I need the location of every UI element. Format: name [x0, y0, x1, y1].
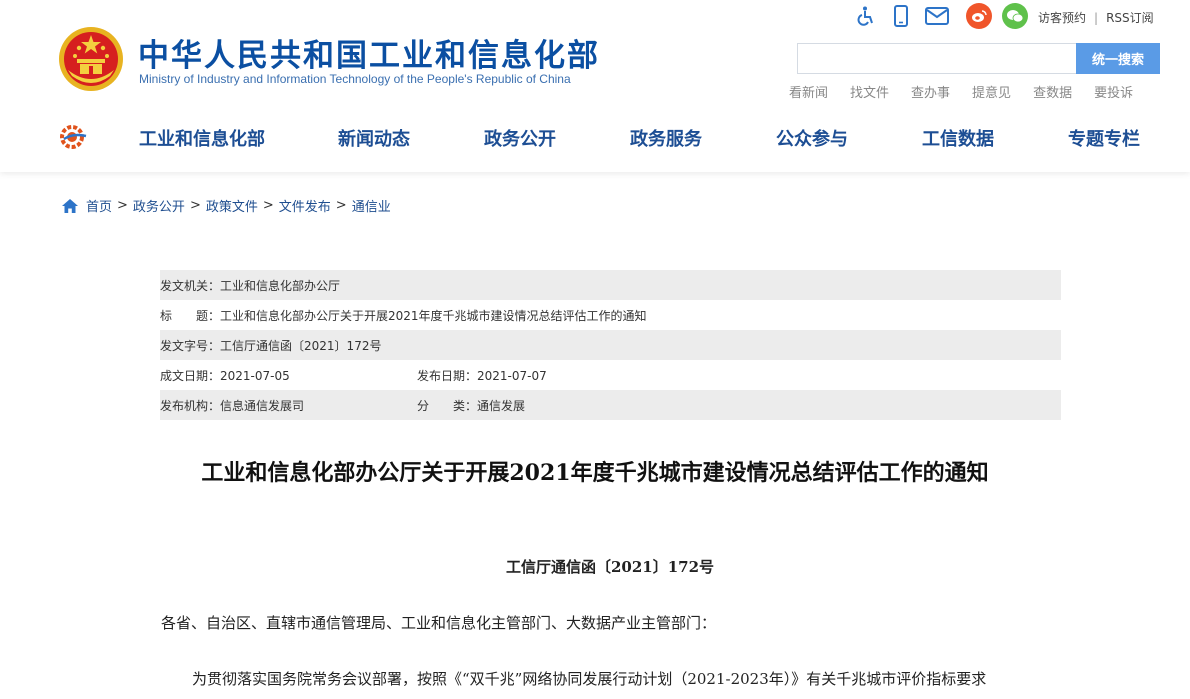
meta-row-doc-no: 发文字号： 工信厅通信函〔2021〕172号 — [160, 330, 1061, 360]
site-header: 中华人民共和国工业和信息化部 Ministry of Industry and … — [0, 0, 1190, 172]
nav-item-services[interactable]: 政务服务 — [630, 125, 702, 151]
breadcrumb-policy-files[interactable]: 政策文件 — [206, 196, 258, 215]
meta-row-issuer: 发文机关： 工业和信息化部办公厅 — [160, 270, 1061, 300]
nav-item-data[interactable]: 工信数据 — [922, 125, 994, 151]
meta-row-org: 发布机构：信息通信发展司 分 类：通信发展 — [160, 390, 1061, 420]
top-links: 访客预约 | RSS订阅 — [1038, 9, 1154, 26]
breadcrumb-home[interactable]: 首页 — [86, 196, 112, 215]
breadcrumb-separator: > — [262, 198, 274, 213]
site-subtitle: Ministry of Industry and Information Tec… — [139, 72, 571, 86]
mail-icon[interactable] — [924, 3, 950, 29]
meta-label: 分 类： — [417, 398, 478, 413]
article-doc-number: 工信厅通信函〔2021〕172号 — [505, 558, 715, 576]
search-button[interactable]: 统一搜索 — [1076, 43, 1160, 74]
main-nav: 工业和信息化部 新闻动态 政务公开 政务服务 公众参与 工信数据 专题专栏 — [0, 125, 1190, 153]
quick-link-complaint[interactable]: 要投诉 — [1094, 82, 1133, 101]
meta-label: 标 题： — [160, 308, 221, 323]
nav-item-special[interactable]: 专题专栏 — [1068, 125, 1140, 151]
national-emblem — [59, 27, 123, 91]
article-paragraph: 为贯彻落实国务院常务会议部署，按照《“双千兆”网络协同发展行动计划（2021-2… — [192, 670, 987, 688]
meta-category: 通信发展 — [477, 398, 526, 413]
meta-row-dates: 成文日期：2021-07-05 发布日期：2021-07-07 — [160, 360, 1061, 390]
nav-item-participation[interactable]: 公众参与 — [776, 125, 848, 151]
meta-label: 发布日期： — [417, 368, 478, 383]
quick-link-files[interactable]: 找文件 — [850, 82, 889, 101]
meta-label: 发布机构： — [160, 398, 221, 413]
document-meta-table: 发文机关： 工业和信息化部办公厅 标 题： 工业和信息化部办公厅关于开展2021年度… — [160, 270, 1061, 420]
quick-link-news[interactable]: 看新闻 — [789, 82, 828, 101]
breadcrumb: 首页 > 政务公开 > 政策文件 > 文件发布 > 通信业 — [61, 196, 391, 215]
breadcrumb-telecom[interactable]: 通信业 — [352, 196, 391, 215]
quick-link-data[interactable]: 查数据 — [1033, 82, 1072, 101]
quick-link-feedback[interactable]: 提意见 — [972, 82, 1011, 101]
breadcrumb-file-release[interactable]: 文件发布 — [279, 196, 331, 215]
meta-published-cell: 发布日期：2021-07-07 — [417, 367, 547, 384]
meta-org-cell: 发布机构：信息通信发展司 — [160, 397, 417, 414]
meta-created: 2021-07-05 — [220, 368, 290, 383]
article-title: 工业和信息化部办公厅关于开展2021年度千兆城市建设情况总结评估工作的通知 — [201, 460, 989, 486]
meta-row-title: 标 题： 工业和信息化部办公厅关于开展2021年度千兆城市建设情况总结评估工作的通… — [160, 300, 1061, 330]
breadcrumb-separator: > — [117, 198, 128, 213]
quick-links: 看新闻 找文件 查办事 提意见 查数据 要投诉 — [789, 82, 1155, 101]
meta-doc-no: 工信厅通信函〔2021〕172号 — [220, 338, 382, 353]
breadcrumb-gov-affairs[interactable]: 政务公开 — [133, 196, 185, 215]
breadcrumb-separator: > — [189, 198, 201, 213]
breadcrumb-separator: > — [335, 198, 347, 213]
search-input[interactable] — [797, 43, 1077, 74]
meta-label: 发文字号： — [160, 338, 221, 353]
meta-label: 成文日期： — [160, 368, 221, 383]
meta-published: 2021-07-07 — [477, 368, 547, 383]
meta-title: 工业和信息化部办公厅关于开展2021年度千兆城市建设情况总结评估工作的通知 — [220, 308, 647, 323]
wechat-icon[interactable] — [1002, 3, 1028, 29]
separator: | — [1094, 11, 1099, 25]
mobile-icon[interactable] — [888, 3, 914, 29]
home-icon[interactable] — [61, 198, 79, 214]
visitor-appointment-link[interactable]: 访客预约 — [1038, 11, 1086, 25]
meta-category-cell: 分 类：通信发展 — [417, 397, 525, 414]
meta-org: 信息通信发展司 — [220, 398, 305, 413]
meta-created-cell: 成文日期：2021-07-05 — [160, 367, 417, 384]
quick-link-services[interactable]: 查办事 — [911, 82, 950, 101]
top-icon-bar — [852, 3, 1038, 29]
nav-item-news[interactable]: 新闻动态 — [338, 125, 410, 151]
rss-link[interactable]: RSS订阅 — [1106, 11, 1154, 25]
site-title: 中华人民共和国工业和信息化部 — [138, 38, 600, 74]
nav-item-gov-affairs[interactable]: 政务公开 — [484, 125, 556, 151]
weibo-icon[interactable] — [966, 3, 992, 29]
meta-issuer: 工业和信息化部办公厅 — [220, 278, 341, 293]
article-salutation: 各省、自治区、直辖市通信管理局、工业和信息化主管部门、大数据产业主管部门： — [161, 614, 717, 632]
accessibility-icon[interactable] — [852, 3, 878, 29]
meta-label: 发文机关： — [160, 278, 221, 293]
nav-item-ministry[interactable]: 工业和信息化部 — [139, 125, 265, 151]
